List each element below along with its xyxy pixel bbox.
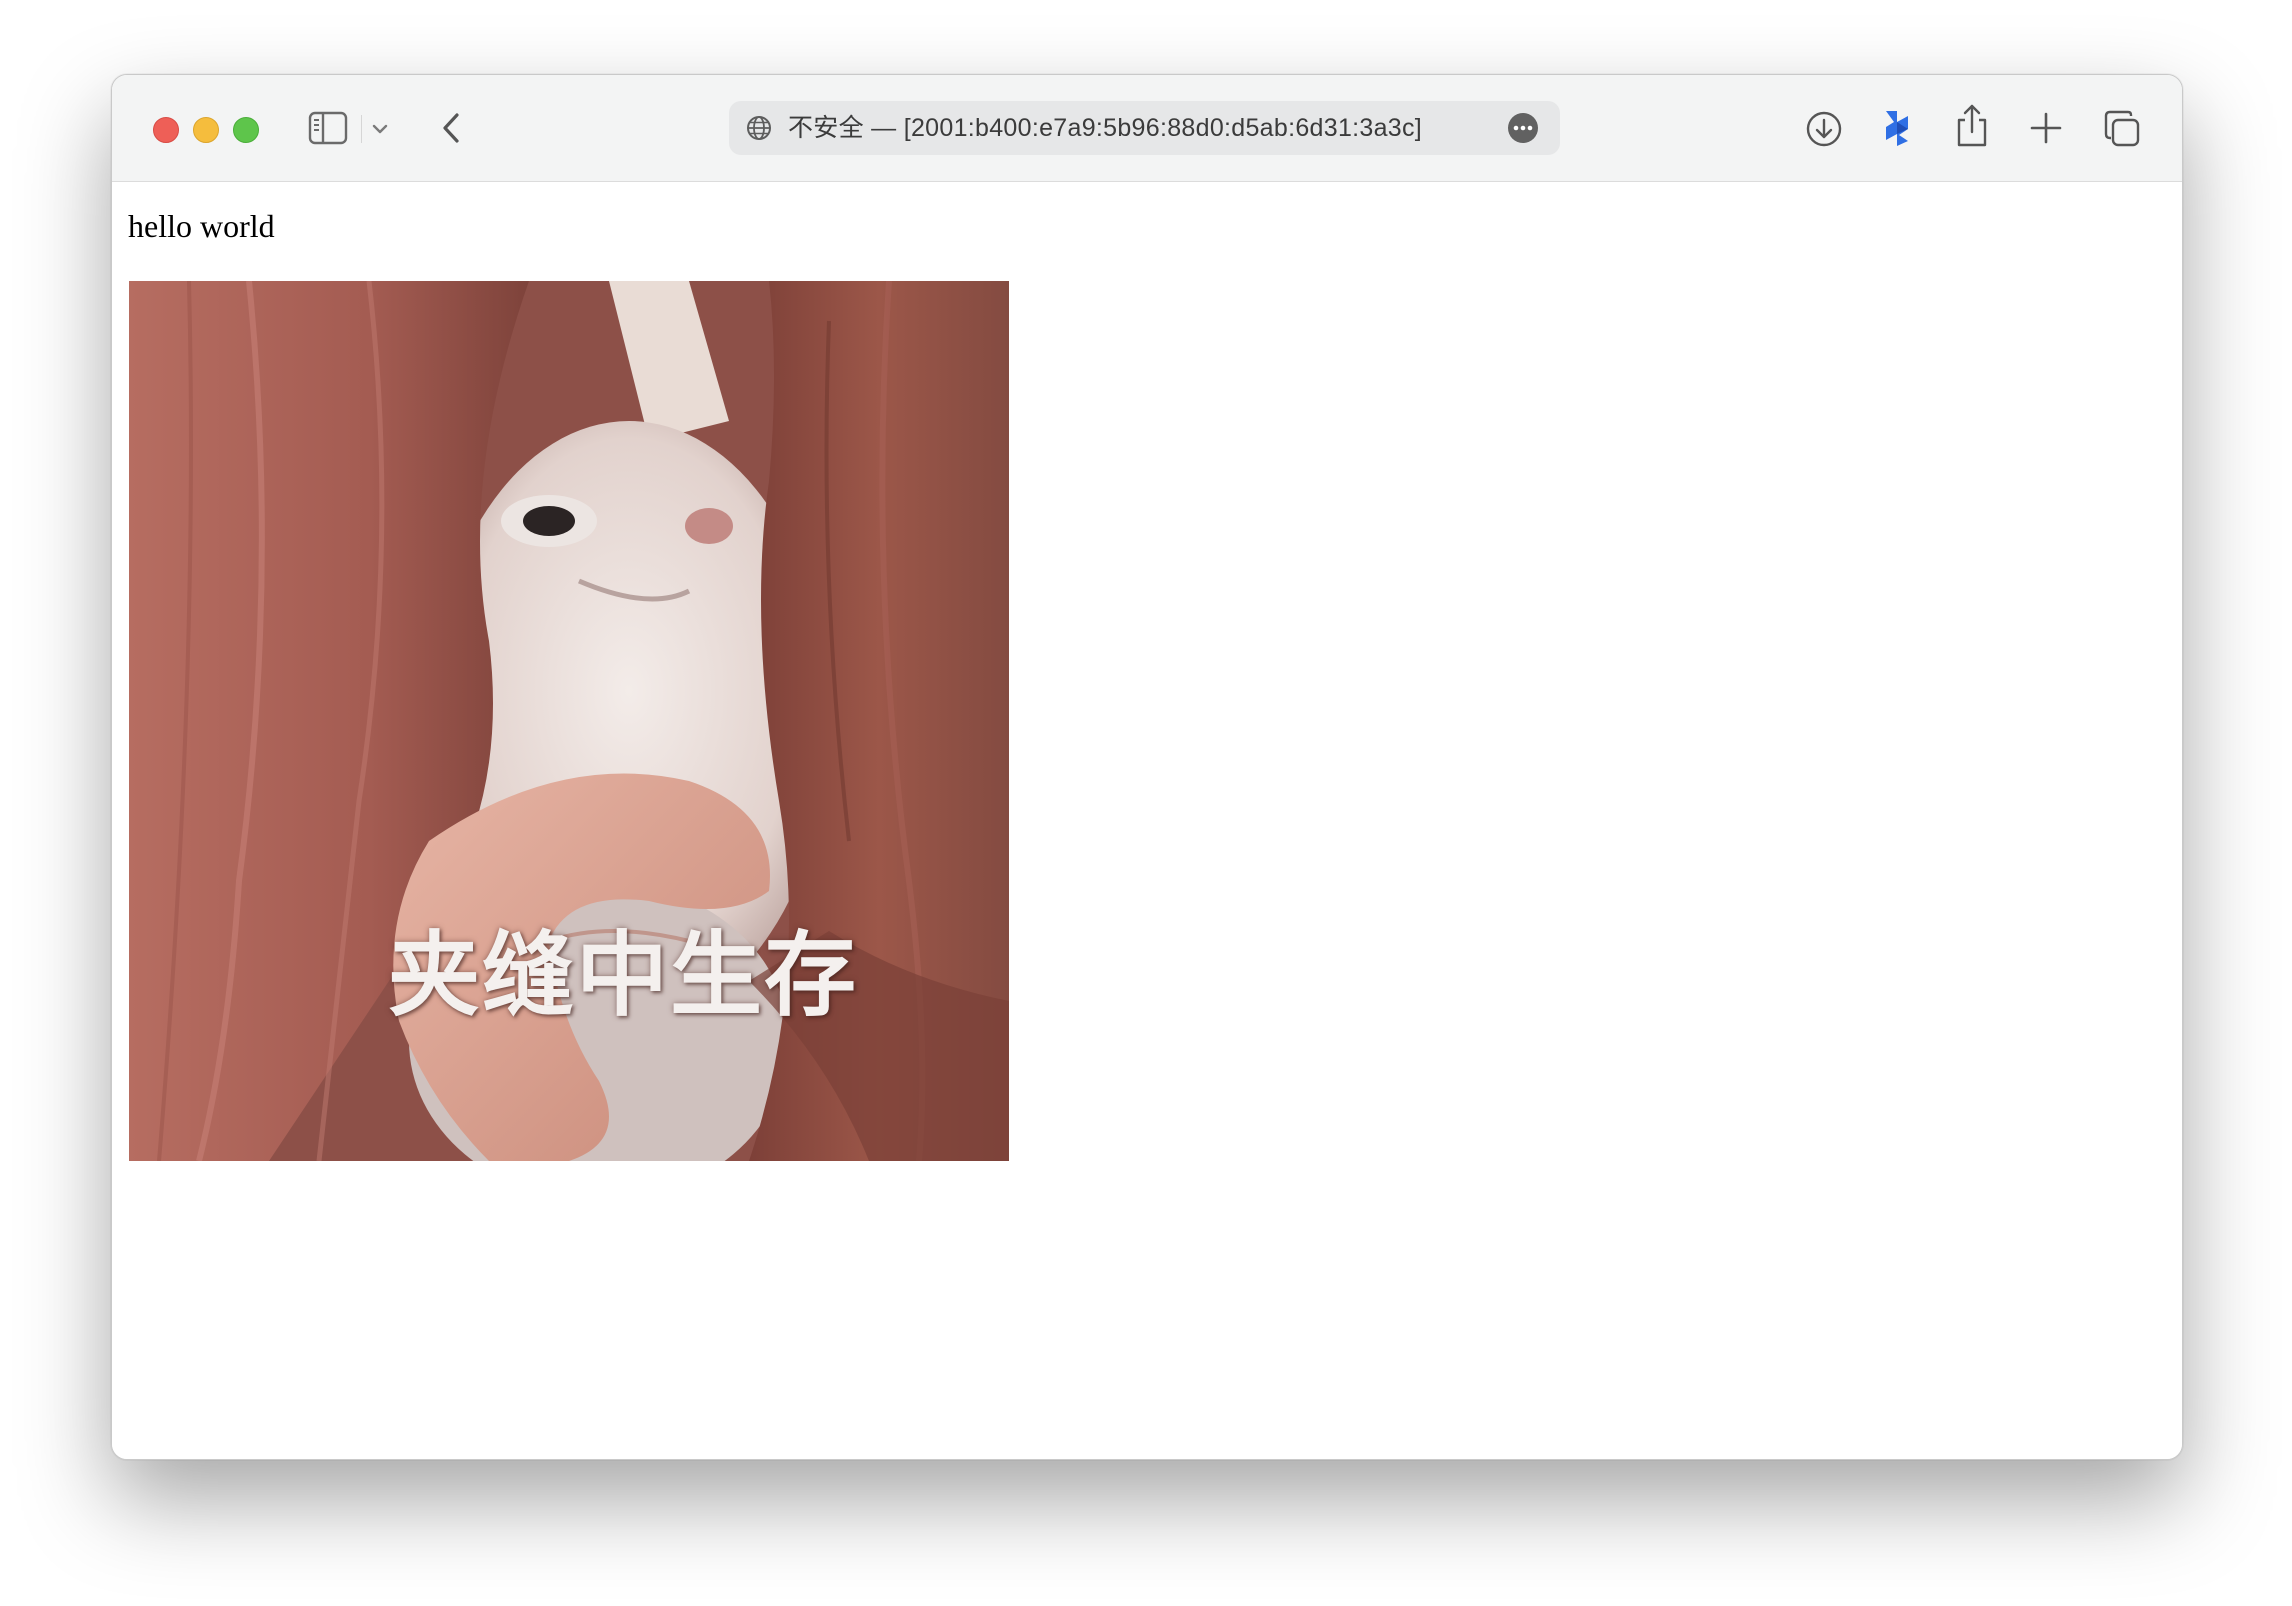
meme-caption: 夹缝中生存 [387,922,858,1029]
globe-icon [745,114,773,142]
extension-icon[interactable] [1877,107,1919,149]
toolbar-divider [361,115,362,143]
more-icon[interactable] [1508,113,1538,143]
share-icon[interactable] [1952,103,1992,149]
meme-image: 夹缝中生存 [129,281,1009,1161]
close-window-button[interactable] [153,117,179,143]
address-text: 不安全 — [2001:b400:e7a9:5b96:88d0:d5ab:6d3… [788,101,1422,155]
page-content: hello world 夹缝中生存 [112,182,2182,1459]
chevron-down-icon[interactable] [370,119,390,139]
plus-icon[interactable] [2027,109,2065,147]
browser-window: 不安全 — [2001:b400:e7a9:5b96:88d0:d5ab:6d3… [111,74,2183,1460]
browser-toolbar: 不安全 — [2001:b400:e7a9:5b96:88d0:d5ab:6d3… [112,75,2182,182]
address-separator: — [871,114,897,142]
tabs-icon[interactable] [2102,109,2142,149]
address-bar[interactable]: 不安全 — [2001:b400:e7a9:5b96:88d0:d5ab:6d3… [729,101,1560,155]
minimize-window-button[interactable] [193,117,219,143]
security-label: 不安全 [788,114,864,142]
sidebar-icon[interactable] [308,111,348,145]
url-text: [2001:b400:e7a9:5b96:88d0:d5ab:6d31:3a3c… [903,114,1423,142]
page-heading: hello world [128,208,275,244]
download-icon[interactable] [1804,109,1844,149]
chevron-left-icon[interactable] [434,109,470,147]
maximize-window-button[interactable] [233,117,259,143]
